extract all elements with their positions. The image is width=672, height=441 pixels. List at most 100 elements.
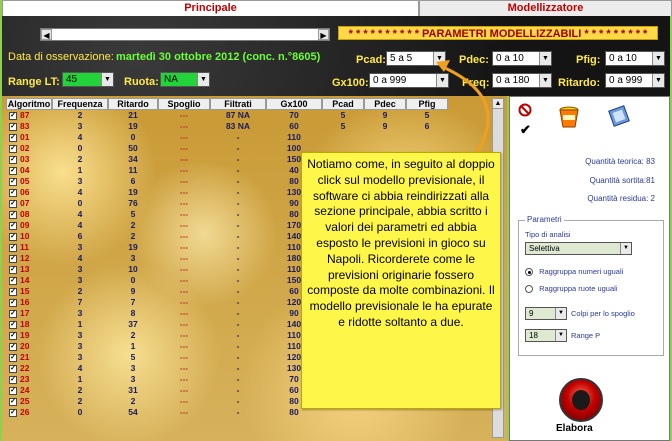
algoritmo-cell: ✓ 11 [6,242,52,253]
checkbox-icon[interactable]: ✓ [9,375,17,384]
checkbox-icon[interactable]: ✓ [9,199,17,208]
tab-modellizzatore[interactable]: Modellizzatore [419,0,672,16]
scroll-right-icon[interactable]: ▶ [318,29,329,40]
scroll-left-icon[interactable]: ◀ [41,29,52,40]
radio-numeri-uguali[interactable]: Raggruppa numeri uguali [525,267,623,277]
algoritmo-value: 02 [20,143,30,153]
analysis-panel: ✔ Quantità teorica: 83 Quantità sortita:… [509,96,670,441]
table-cell: --- [179,330,189,340]
checkbox-icon[interactable]: ✓ [9,287,17,296]
checkbox-icon[interactable]: ✓ [9,221,17,230]
table-cell: - [236,275,240,285]
table-row[interactable]: ✓ 87 2 21 --- 87 NA 70 5 9 5 [6,110,448,121]
table-cell: - [236,363,240,373]
table-cell: --- [179,297,189,307]
table-cell: 2 [77,154,83,164]
table-row[interactable]: ✓ 83 3 19 --- 83 NA 60 5 9 6 [6,121,448,132]
algoritmo-value: 87 [20,110,30,120]
radio-ruote-uguali[interactable]: Raggruppa ruote uguali [525,284,618,294]
table-cell: 2 [130,330,136,340]
checkbox-icon[interactable]: ✓ [9,265,17,274]
checkbox-icon[interactable]: ✓ [9,342,17,351]
tab-principale[interactable]: Principale [2,0,419,16]
pcad-label: Pcad: [356,54,386,66]
checkbox-icon[interactable]: ✓ [9,386,17,395]
checkbox-icon[interactable]: ✓ [9,243,17,252]
checkbox-icon[interactable]: ✓ [9,177,17,186]
algoritmo-cell: ✓ 03 [6,154,52,165]
column-header[interactable]: Pfig [406,98,448,110]
checkbox-icon[interactable]: ✓ [9,122,17,131]
tipo-analisi-label: Tipo di analisi [525,230,571,239]
column-header[interactable]: Filtrati [210,98,266,110]
checkbox-icon[interactable]: ✓ [9,331,17,340]
scroll-up-icon[interactable]: ▲ [493,99,503,109]
ritardo-select[interactable]: 0 a 999 ▼ [605,73,665,88]
bucket-icon[interactable] [558,105,580,129]
column-header[interactable]: Frequenza [52,98,108,110]
column-header[interactable]: Pdec [364,98,406,110]
checkbox-icon[interactable]: ✓ [9,298,17,307]
table-cell: 2 [77,110,83,120]
checkbox-icon[interactable]: ✓ [9,397,17,406]
checkbox-icon[interactable]: ✓ [9,133,17,142]
pfig-select[interactable]: 0 a 10 ▼ [605,51,665,66]
table-cell: 4 [77,187,83,197]
algoritmo-value: 10 [20,231,30,241]
book-icon[interactable] [608,105,630,127]
checkbox-icon[interactable]: ✓ [9,188,17,197]
table-cell: 2 [77,385,83,395]
range-p-select[interactable]: 18 ▼ [525,329,567,342]
algoritmo-value: 19 [20,330,30,340]
checkbox-icon[interactable]: ✓ [9,309,17,318]
algoritmo-cell: ✓ 01 [6,132,52,143]
checkbox-icon[interactable]: ✓ [9,408,17,417]
table-cell: 3 [77,121,83,131]
checkbox-icon[interactable]: ✓ [9,320,17,329]
column-header[interactable]: Gx100 [266,98,322,110]
column-header[interactable]: Ritardo [108,98,158,110]
checkbox-icon[interactable]: ✓ [9,166,17,175]
algoritmo-value: 24 [20,385,30,395]
colpi-select[interactable]: 9 ▼ [525,307,567,320]
checkbox-icon[interactable]: ✓ [9,353,17,362]
column-header[interactable]: Pcad [322,98,364,110]
algoritmo-cell: ✓ 12 [6,253,52,264]
checkbox-icon[interactable]: ✓ [9,155,17,164]
quantita-teorica: Quantità teorica: 83 [585,157,655,166]
checkbox-icon[interactable]: ✓ [9,276,17,285]
checkbox-icon[interactable]: ✓ [9,232,17,241]
range-lt-select[interactable]: 45 ▼ [62,72,114,87]
table-cell: 7 [130,297,136,307]
table-cell: - [236,231,240,241]
gx100-select[interactable]: 0 a 999 ▼ [369,73,449,88]
table-row[interactable]: ✓ 01 4 0 --- -110 [6,132,448,143]
table-cell: - [236,209,240,219]
checkmark-icon[interactable]: ✔ [520,122,531,138]
checkbox-icon[interactable]: ✓ [9,111,17,120]
column-header[interactable]: Algoritmo [6,98,52,110]
table-cell: --- [179,209,189,219]
tipo-analisi-select[interactable]: Selettiva ▼ [525,242,632,255]
checkbox-icon[interactable]: ✓ [9,210,17,219]
range-p-value: 18 [529,331,538,340]
checkbox-icon[interactable]: ✓ [9,364,17,373]
column-header[interactable]: Spoglio [158,98,210,110]
ruota-select[interactable]: NA ▼ [160,72,210,87]
radio-unselected-icon[interactable] [525,285,533,294]
elabora-button[interactable] [559,378,603,422]
radio-selected-icon[interactable] [525,268,533,277]
pcad-select[interactable]: 5 a 5 ▼ [386,51,446,66]
algoritmo-cell: ✓ 16 [6,297,52,308]
table-cell: - [236,407,240,417]
checkbox-icon[interactable]: ✓ [9,144,17,153]
no-entry-icon[interactable] [518,103,532,117]
algoritmo-value: 83 [20,121,30,131]
horizontal-scrollbar[interactable]: ◀ ▶ [40,28,330,41]
pdec-select[interactable]: 0 a 10 ▼ [492,51,552,66]
algoritmo-cell: ✓ 08 [6,209,52,220]
freq-select[interactable]: 0 a 180 ▼ [492,73,552,88]
checkbox-icon[interactable]: ✓ [9,254,17,263]
chevron-down-icon: ▼ [555,308,566,319]
table-cell: 2 [77,396,83,406]
